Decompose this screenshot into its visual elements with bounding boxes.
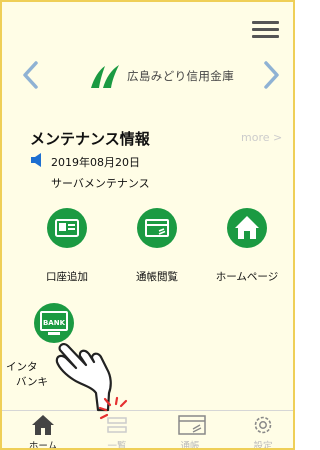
passbook-icon — [137, 208, 177, 248]
bank-screen-text: BANK — [43, 319, 66, 327]
maintenance-title: メンテナンス情報 — [30, 130, 150, 148]
chevron-left-icon[interactable] — [20, 60, 42, 90]
house-icon — [227, 208, 267, 248]
tab-passbook-label: 通帳 — [180, 441, 200, 450]
tab-settings-label: 設定 — [253, 441, 273, 450]
maintenance-date: 2019年08月20日 — [51, 156, 140, 169]
hamburger-menu-icon[interactable] — [252, 19, 279, 41]
app-screen: 広島みどり信用金庫 メンテナンス情報 more > 2019年08月20日 サー… — [0, 0, 295, 450]
speaker-icon — [31, 153, 41, 167]
maintenance-item[interactable]: サーバメンテナンス — [51, 175, 150, 191]
internet-banking-label-line2: バンキ — [16, 376, 49, 388]
homepage-tile[interactable]: ホームページ — [201, 208, 291, 298]
more-link[interactable]: more > — [241, 131, 282, 144]
bottom-tab-bar: ホーム 一覧 通帳 設定 — [2, 410, 293, 450]
bank-logo-mark — [91, 65, 119, 88]
passbook-icon — [178, 415, 206, 435]
id-card-icon — [47, 208, 87, 248]
tap-indicator-icon — [98, 396, 128, 420]
add-account-label: 口座追加 — [46, 271, 88, 283]
bank-monitor-icon: BANK — [34, 303, 74, 343]
chevron-right-icon[interactable] — [260, 60, 282, 90]
passbook-view-tile[interactable]: 通帳閲覧 — [111, 208, 201, 298]
gear-icon — [254, 416, 272, 434]
tab-settings[interactable]: 設定 — [228, 411, 293, 450]
tab-list-label: 一覧 — [107, 441, 127, 450]
add-account-tile[interactable]: 口座追加 — [21, 208, 111, 298]
tab-home-label: ホーム — [28, 441, 58, 450]
passbook-view-label: 通帳閲覧 — [136, 271, 178, 283]
tab-home[interactable]: ホーム — [8, 411, 78, 450]
tab-passbook[interactable]: 通帳 — [155, 411, 225, 450]
internet-banking-label: インタ バンキ — [6, 359, 48, 389]
bank-name: 広島みどり信用金庫 — [127, 69, 235, 83]
bank-banner-carousel: 広島みどり信用金庫 — [10, 52, 289, 100]
bank-logo: 広島みどり信用金庫 — [89, 62, 234, 90]
homepage-label: ホームページ — [215, 271, 279, 283]
internet-banking-label-line1: インタ — [6, 361, 38, 373]
home-icon — [32, 415, 54, 435]
